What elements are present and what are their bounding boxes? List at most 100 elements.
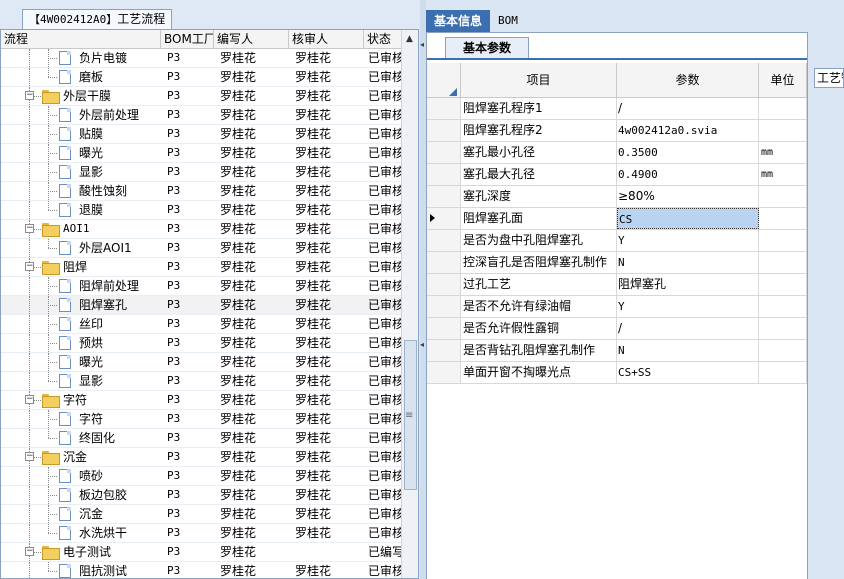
param-value-cell[interactable]: ≥80%	[617, 186, 759, 207]
tree-group-row[interactable]: − 沉金 P3 罗桂花 罗桂花 已审核	[1, 448, 401, 467]
folder-icon	[42, 261, 60, 275]
tab-basic-info[interactable]: 基本信息	[426, 10, 491, 32]
collapse-toggle-icon[interactable]: −	[25, 395, 34, 404]
tree-step-row[interactable]: 磨板 P3 罗桂花 罗桂花 已审核	[1, 68, 401, 87]
tree-line	[48, 381, 57, 382]
row-header[interactable]	[427, 230, 461, 251]
collapse-toggle-icon[interactable]: −	[25, 91, 34, 100]
tab-basic-params[interactable]: 基本参数	[445, 37, 529, 59]
param-row[interactable]: 是否为盘中孔阻焊塞孔 Y	[427, 230, 807, 252]
column-header-item[interactable]: 项目	[461, 63, 617, 98]
row-header[interactable]	[427, 98, 461, 119]
tree-step-row[interactable]: 显影 P3 罗桂花 罗桂花 已审核	[1, 372, 401, 391]
column-header-reviewer[interactable]: 核审人	[289, 30, 364, 49]
param-value-cell[interactable]: Y	[617, 296, 759, 317]
row-header[interactable]	[427, 120, 461, 141]
tree-step-row[interactable]: 曝光 P3 罗桂花 罗桂花 已审核	[1, 353, 401, 372]
tree-step-row[interactable]: 终固化 P3 罗桂花 罗桂花 已审核	[1, 429, 401, 448]
row-header[interactable]	[427, 318, 461, 339]
tree-step-row[interactable]: 喷砂 P3 罗桂花 罗桂花 已审核	[1, 467, 401, 486]
param-row[interactable]: 过孔工艺 阻焊塞孔	[427, 274, 807, 296]
collapse-toggle-icon[interactable]: −	[25, 262, 34, 271]
row-header-corner[interactable]	[427, 63, 461, 98]
tree-step-row[interactable]: 负片电镀 P3 罗桂花 罗桂花 已审核	[1, 49, 401, 68]
param-value-cell[interactable]: 4w002412a0.svia	[617, 120, 759, 141]
tree-node-label: 显影	[79, 165, 104, 179]
tree-line	[48, 77, 57, 78]
param-row[interactable]: 塞孔深度 ≥80%	[427, 186, 807, 208]
param-value-cell[interactable]: N	[617, 340, 759, 361]
tree-step-row[interactable]: 阻抗测试 P3 罗桂花 罗桂花 已审核	[1, 562, 401, 579]
param-value-cell[interactable]: 阻焊塞孔	[617, 274, 759, 295]
vertical-scrollbar[interactable]: ▲ ≡	[401, 30, 418, 578]
tree-group-row[interactable]: − 外层干膜 P3 罗桂花 罗桂花 已审核	[1, 87, 401, 106]
param-value-cell[interactable]: /	[617, 318, 759, 339]
param-value-cell[interactable]: 0.4900	[617, 164, 759, 185]
row-header[interactable]	[427, 274, 461, 295]
collapse-toggle-icon[interactable]: −	[25, 224, 34, 233]
tree-step-row[interactable]: 退膜 P3 罗桂花 罗桂花 已审核	[1, 201, 401, 220]
collapse-toggle-icon[interactable]: −	[25, 452, 34, 461]
column-header-process[interactable]: 流程	[1, 30, 161, 49]
tab-bom[interactable]: BOM	[490, 10, 526, 32]
tree-step-row[interactable]: 水洗烘干 P3 罗桂花 罗桂花 已审核	[1, 524, 401, 543]
collapse-toggle-icon[interactable]: −	[25, 547, 34, 556]
row-header[interactable]	[427, 362, 461, 383]
tree-group-row[interactable]: − 字符 P3 罗桂花 罗桂花 已审核	[1, 391, 401, 410]
tree-group-row[interactable]: − 阻焊 P3 罗桂花 罗桂花 已审核	[1, 258, 401, 277]
param-row[interactable]: 塞孔最小孔径 0.3500 mm	[427, 142, 807, 164]
tree-step-row[interactable]: 板边包胶 P3 罗桂花 罗桂花 已审核	[1, 486, 401, 505]
param-row[interactable]: 阻焊塞孔程序1/	[427, 98, 807, 120]
tree-step-row[interactable]: 显影 P3 罗桂花 罗桂花 已审核	[1, 163, 401, 182]
tree-step-row[interactable]: 贴膜 P3 罗桂花 罗桂花 已审核	[1, 125, 401, 144]
tree-step-row[interactable]: 丝印 P3 罗桂花 罗桂花 已审核	[1, 315, 401, 334]
column-header-status[interactable]: 状态	[364, 30, 401, 49]
row-header[interactable]	[427, 142, 461, 163]
row-header[interactable]	[427, 208, 461, 229]
tree-step-row[interactable]: 阻焊塞孔 P3 罗桂花 罗桂花 已审核	[1, 296, 401, 315]
tree-line	[48, 429, 49, 438]
param-row[interactable]: 阻焊塞孔程序2 4w002412a0.svia	[427, 120, 807, 142]
tree-step-row[interactable]: 沉金 P3 罗桂花 罗桂花 已审核	[1, 505, 401, 524]
param-value-cell[interactable]: CS+SS	[617, 362, 759, 383]
reviewer-cell: 罗桂花	[295, 260, 332, 274]
tree-step-row[interactable]: 外层AOI1 P3 罗桂花 罗桂花 已审核	[1, 239, 401, 258]
param-value-cell[interactable]: /	[617, 98, 759, 119]
tree-step-row[interactable]: 酸性蚀刻 P3 罗桂花 罗桂花 已审核	[1, 182, 401, 201]
param-row[interactable]: 控深盲孔是否阻焊塞孔制作 N	[427, 252, 807, 274]
tree-step-row[interactable]: 外层前处理 P3 罗桂花 罗桂花 已审核	[1, 106, 401, 125]
row-header[interactable]	[427, 164, 461, 185]
process-flow-tab[interactable]: 【4W002412A0】工艺流程	[22, 9, 173, 29]
row-header[interactable]	[427, 296, 461, 317]
scroll-up-arrow-icon[interactable]: ▲	[406, 34, 413, 44]
param-row[interactable]: 塞孔最大孔径 0.4900 mm	[427, 164, 807, 186]
tree-line	[48, 476, 57, 477]
column-header-unit[interactable]: 单位	[759, 63, 807, 98]
tree-group-row[interactable]: − AOI1 P3 罗桂花 罗桂花 已审核	[1, 220, 401, 239]
row-header[interactable]	[427, 340, 461, 361]
tab-process-smart[interactable]: 工艺智	[814, 68, 844, 88]
writer-cell: 罗桂花	[220, 184, 257, 198]
column-header-writer[interactable]: 编写人	[214, 30, 289, 49]
param-value-cell[interactable]: N	[617, 252, 759, 273]
param-value-cell[interactable]: CS	[617, 208, 759, 229]
param-value-cell[interactable]: 0.3500	[617, 142, 759, 163]
document-icon	[59, 488, 71, 502]
column-header-value[interactable]: 参数	[617, 63, 759, 98]
param-row[interactable]: 是否不允许有绿油帽 Y	[427, 296, 807, 318]
row-header[interactable]	[427, 186, 461, 207]
tree-group-row[interactable]: − 电子测试 P3 罗桂花 已编写	[1, 543, 401, 562]
param-row[interactable]: 是否允许假性露铜 /	[427, 318, 807, 340]
row-header[interactable]	[427, 252, 461, 273]
column-header-bom[interactable]: BOM工厂	[161, 30, 214, 49]
tree-step-row[interactable]: 字符 P3 罗桂花 罗桂花 已审核	[1, 410, 401, 429]
tree-step-row[interactable]: 预烘 P3 罗桂花 罗桂花 已审核	[1, 334, 401, 353]
param-row[interactable]: 单面开窗不掏曝光点 CS+SS	[427, 362, 807, 384]
param-row[interactable]: 是否背钻孔阻焊塞孔制作 N	[427, 340, 807, 362]
tree-line	[29, 106, 30, 124]
param-row[interactable]: 阻焊塞孔面 CS	[427, 208, 807, 230]
tree-step-row[interactable]: 曝光 P3 罗桂花 罗桂花 已审核	[1, 144, 401, 163]
tree-node-label: 字符	[79, 412, 104, 426]
tree-step-row[interactable]: 阻焊前处理 P3 罗桂花 罗桂花 已审核	[1, 277, 401, 296]
param-value-cell[interactable]: Y	[617, 230, 759, 251]
